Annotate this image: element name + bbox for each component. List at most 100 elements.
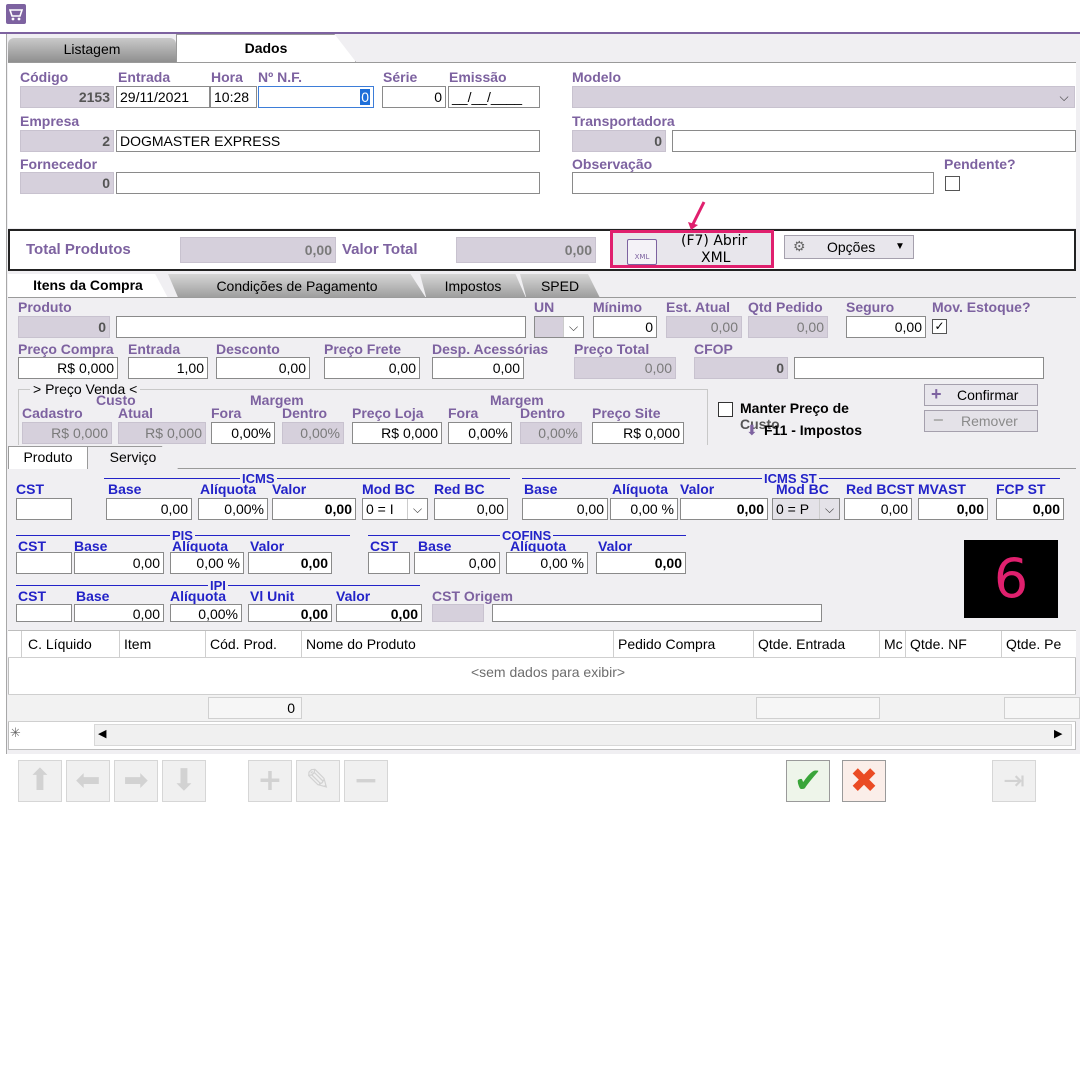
icms-redbc-field[interactable]: 0,00: [434, 498, 508, 520]
ipi-vlunit-field[interactable]: 0,00: [248, 604, 332, 622]
edit-record-button[interactable]: ✎: [296, 760, 340, 802]
grid-col-qtde-entrada[interactable]: Qtde. Entrada: [754, 631, 880, 657]
desp-acessorias-field[interactable]: 0,00: [432, 357, 524, 379]
icms-st-mvast-field[interactable]: 0,00: [918, 498, 988, 520]
cofins-cst-field[interactable]: [368, 552, 410, 574]
icms-st-redbcst-field[interactable]: 0,00: [844, 498, 912, 520]
opcoes-label: Opções: [827, 239, 876, 255]
icms-aliquota-label: Alíquota: [200, 481, 256, 497]
icms-base-field[interactable]: 0,00: [106, 498, 192, 520]
pis-valor-field[interactable]: 0,00: [248, 552, 332, 574]
entrada-qty-field[interactable]: 1,00: [128, 357, 208, 379]
cofins-base-field[interactable]: 0,00: [414, 552, 500, 574]
emissao-field[interactable]: __/__/____: [448, 86, 540, 108]
move-down-button[interactable]: ⬇: [162, 760, 206, 802]
grid-col-c-liquido[interactable]: C. Líquido: [24, 631, 120, 657]
ipi-base-field[interactable]: 0,00: [74, 604, 164, 622]
grid-col-qtde-pe[interactable]: Qtde. Pe: [1002, 631, 1076, 657]
icms-valor-field[interactable]: 0,00: [272, 498, 356, 520]
cfop-desc-field[interactable]: [794, 357, 1044, 379]
scroll-right-icon[interactable]: ▶: [1054, 727, 1062, 740]
icms-st-modbc-select[interactable]: 0 = P ⌵: [772, 498, 840, 520]
margem-fora-field[interactable]: 0,00%: [211, 422, 275, 444]
tab-itens-compra[interactable]: Itens da Compra: [8, 274, 168, 298]
move-right-button[interactable]: ➡: [114, 760, 158, 802]
opcoes-button[interactable]: ⚙ Opções ▼: [784, 235, 914, 259]
margem2-fora-field[interactable]: 0,00%: [448, 422, 512, 444]
confirmar-button[interactable]: + Confirmar: [924, 384, 1038, 406]
horizontal-scrollbar[interactable]: [94, 724, 1072, 746]
grid-col-cod-prod[interactable]: Cód. Prod.: [206, 631, 302, 657]
transportadora-code-field[interactable]: 0: [572, 130, 666, 152]
codigo-field[interactable]: 2153: [20, 86, 114, 108]
abrir-xml-button[interactable]: XML (F7) Abrir XML: [610, 230, 774, 268]
save-button[interactable]: ✔: [786, 760, 830, 802]
scroll-left-icon[interactable]: ◀: [98, 727, 106, 740]
nf-field[interactable]: 0: [258, 86, 374, 108]
tab-impostos[interactable]: Impostos: [420, 274, 526, 298]
minimo-field[interactable]: 0: [593, 316, 657, 338]
preco-site-field[interactable]: R$ 0,000: [592, 422, 684, 444]
un-select[interactable]: ⌵: [534, 316, 584, 338]
cst-origem-code-field[interactable]: [432, 604, 484, 622]
desconto-field[interactable]: 0,00: [216, 357, 310, 379]
ipi-cst-field[interactable]: [16, 604, 72, 622]
exit-button[interactable]: ⇥: [992, 760, 1036, 802]
fornecedor-code-field[interactable]: 0: [20, 172, 114, 194]
icms-st-base-field[interactable]: 0,00: [522, 498, 608, 520]
tab-listagem[interactable]: Listagem: [8, 38, 176, 62]
grid-col-pedido-compra[interactable]: Pedido Compra: [614, 631, 754, 657]
cfop-code-field[interactable]: 0: [694, 357, 788, 379]
empresa-name-field[interactable]: DOGMASTER EXPRESS: [116, 130, 540, 152]
observacao-field[interactable]: [572, 172, 934, 194]
tab-dados[interactable]: Dados: [176, 34, 356, 62]
icms-st-fcpst-field[interactable]: 0,00: [996, 498, 1064, 520]
preco-frete-field[interactable]: 0,00: [324, 357, 420, 379]
icms-modbc-value: 0 = I: [366, 501, 394, 517]
icms-modbc-select[interactable]: 0 = I ⌵: [362, 498, 428, 520]
pendente-checkbox[interactable]: [945, 176, 960, 191]
pis-aliquota-field[interactable]: 0,00 %: [170, 552, 244, 574]
icms-aliquota-field[interactable]: 0,00%: [198, 498, 268, 520]
preco-total-label: Preço Total: [574, 341, 650, 357]
produto-code-field[interactable]: 0: [18, 316, 110, 338]
entrada-date-field[interactable]: 29/11/2021: [116, 86, 210, 108]
grid-col-mc[interactable]: Mc: [880, 631, 906, 657]
grid-col-item[interactable]: Item: [120, 631, 206, 657]
hora-field[interactable]: 10:28: [210, 86, 257, 108]
preco-loja-field[interactable]: R$ 0,000: [352, 422, 442, 444]
move-up-button[interactable]: ⬆: [18, 760, 62, 802]
tab-sped[interactable]: SPED: [520, 274, 600, 298]
fornecedor-name-field[interactable]: [116, 172, 540, 194]
ipi-aliquota-field[interactable]: 0,00%: [170, 604, 242, 622]
tab-produto[interactable]: Produto: [8, 446, 88, 469]
add-record-button[interactable]: +: [248, 760, 292, 802]
preco-compra-field[interactable]: R$ 0,000: [18, 357, 118, 379]
cofins-valor-field[interactable]: 0,00: [596, 552, 686, 574]
preco-frete-label: Preço Frete: [324, 341, 402, 357]
serie-field[interactable]: 0: [382, 86, 446, 108]
tab-condicoes-pagamento[interactable]: Condições de Pagamento: [168, 274, 426, 298]
mov-estoque-checkbox[interactable]: ✓: [932, 319, 947, 334]
grid-col-qtde-nf[interactable]: Qtde. NF: [906, 631, 1002, 657]
observacao-label: Observação: [572, 156, 653, 172]
pis-base-field[interactable]: 0,00: [74, 552, 164, 574]
remover-button[interactable]: − Remover: [924, 410, 1038, 432]
cst-origem-desc-field[interactable]: [492, 604, 822, 622]
manter-preco-checkbox[interactable]: [718, 402, 733, 417]
move-left-button[interactable]: ⬅: [66, 760, 110, 802]
delete-record-button[interactable]: −: [344, 760, 388, 802]
transportadora-name-field[interactable]: [672, 130, 1076, 152]
grid-col-nome-produto[interactable]: Nome do Produto: [302, 631, 614, 657]
cancel-button[interactable]: ✖: [842, 760, 886, 802]
icms-st-valor-field[interactable]: 0,00: [680, 498, 768, 520]
seguro-field[interactable]: 0,00: [846, 316, 926, 338]
ipi-valor-field[interactable]: 0,00: [336, 604, 422, 622]
icms-cst-field[interactable]: [16, 498, 72, 520]
empresa-code-field[interactable]: 2: [20, 130, 114, 152]
icms-st-aliquota-field[interactable]: 0,00 %: [610, 498, 678, 520]
produto-name-field[interactable]: [116, 316, 526, 338]
cofins-aliquota-field[interactable]: 0,00 %: [506, 552, 588, 574]
pis-cst-field[interactable]: [16, 552, 72, 574]
modelo-select[interactable]: ⌵: [572, 86, 1075, 108]
